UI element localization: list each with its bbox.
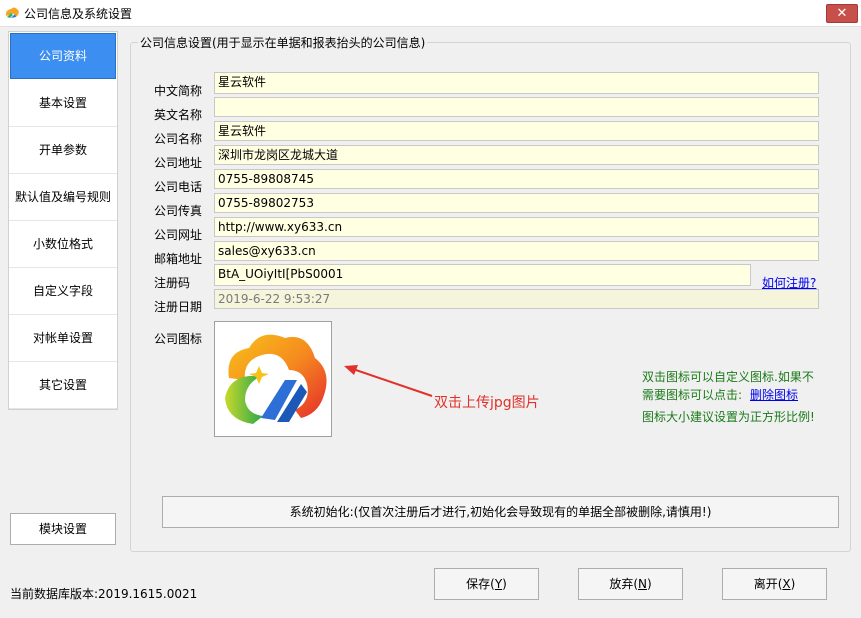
en-name-input[interactable] [214,97,819,117]
app-icon [5,7,19,18]
email-input[interactable]: sales@xy633.cn [214,241,819,261]
discard-label-end: ) [646,577,652,591]
window-title: 公司信息及系统设置 [24,7,133,21]
label-registration-code: 注册码 [154,276,191,290]
cloud-logo-icon [225,334,327,424]
registration-date-input: 2019-6-22 9:53:27 [214,289,819,309]
hint-line-1: 双击图标可以自定义图标.如果不 [642,370,814,384]
company-address-input[interactable]: 深圳市龙岗区龙城大道 [214,145,819,165]
close-icon: ✕ [836,6,848,21]
label-company-name: 公司名称 [154,132,203,146]
registration-code-input[interactable]: BtA_UOiyItI[PbS0001 [214,264,751,286]
label-cn-short-name: 中文简称 [154,84,203,98]
nav-item-custom-fields[interactable]: 自定义字段 [9,268,117,315]
nav-item-defaults-numbering[interactable]: 默认值及编号规则 [9,174,117,221]
nav-item-order-params[interactable]: 开单参数 [9,127,117,174]
discard-hotkey: N [638,577,647,591]
nav-item-decimal-format[interactable]: 小数位格式 [9,221,117,268]
discard-label: 放弃( [609,577,638,591]
system-init-button[interactable]: 系统初始化:(仅首次注册后才进行,初始化会导致现有的单据全部被删除,请慎用!) [162,496,839,528]
nav-item-basic-settings[interactable]: 基本设置 [9,80,117,127]
hint-line-2: 需要图标可以点击: [642,388,743,402]
cn-short-name-input[interactable]: 星云软件 [214,72,819,94]
arrow-annotation-icon [344,365,433,397]
label-company-website: 公司网址 [154,228,203,242]
label-company-phone: 公司电话 [154,180,203,194]
db-version-label: 当前数据库版本:2019.1615.0021 [10,587,198,601]
label-company-logo: 公司图标 [154,332,203,346]
company-website-input[interactable]: http://www.xy633.cn [214,217,819,237]
discard-button[interactable]: 放弃(N) [578,568,683,600]
company-fax-input[interactable]: 0755-89802753 [214,193,819,213]
exit-label-end: ) [790,577,796,591]
label-company-address: 公司地址 [154,156,203,170]
module-settings-button[interactable]: 模块设置 [10,513,116,545]
save-label: 保存( [466,577,495,591]
nav-item-company-info[interactable]: 公司资料 [10,33,116,79]
hint-line-3: 图标大小建议设置为正方形比例! [642,410,815,424]
label-email: 邮箱地址 [154,252,203,266]
delete-icon-link[interactable]: 删除图标 [750,386,798,403]
nav-item-statement-settings[interactable]: 对帐单设置 [9,315,117,362]
exit-hotkey: X [782,577,791,591]
save-button[interactable]: 保存(Y) [434,568,539,600]
company-phone-input[interactable]: 0755-89808745 [214,169,819,189]
title-bar: 公司信息及系统设置 ✕ [0,0,861,27]
company-name-input[interactable]: 星云软件 [214,121,819,141]
nav-item-other-settings[interactable]: 其它设置 [9,362,117,409]
close-button[interactable]: ✕ [826,4,858,23]
settings-nav: 公司资料 基本设置 开单参数 默认值及编号规则 小数位格式 自定义字段 对帐单设… [8,31,118,410]
upload-annotation: 双击上传jpg图片 [434,395,540,411]
label-company-fax: 公司传真 [154,204,203,218]
exit-button[interactable]: 离开(X) [722,568,827,600]
save-label-end: ) [502,577,507,591]
company-logo-image[interactable] [214,321,332,437]
group-legend: 公司信息设置(用于显示在单据和报表抬头的公司信息) [138,34,428,51]
exit-label: 离开( [753,577,783,591]
label-registration-date: 注册日期 [154,300,203,314]
label-en-name: 英文名称 [154,108,203,122]
